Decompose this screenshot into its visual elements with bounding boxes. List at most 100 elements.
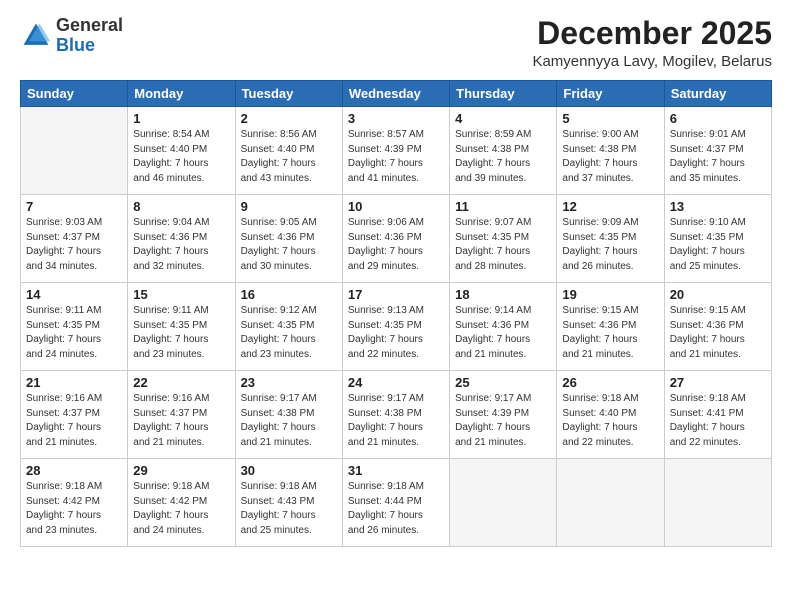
calendar-cell: 1Sunrise: 8:54 AMSunset: 4:40 PMDaylight… (128, 107, 235, 195)
day-info-line: Daylight: 7 hours (133, 334, 208, 345)
day-number: 1 (133, 111, 229, 126)
day-info-line: Daylight: 7 hours (26, 422, 101, 433)
day-number: 31 (348, 463, 444, 478)
day-info-line: and 25 minutes. (670, 261, 741, 272)
calendar-cell: 29 Sunrise: 9:18 AMSunset: 4:42 PMDayligh… (128, 459, 235, 547)
day-info: Sunrise: 9:15 AMSunset: 4:36 PMDaylight:… (670, 304, 766, 362)
day-info-line: Sunset: 4:36 PM (455, 320, 529, 331)
day-info-line: and 22 minutes. (670, 437, 741, 448)
day-number: 4 (455, 111, 551, 126)
day-info-line: Daylight: 7 hours (562, 334, 637, 345)
calendar-cell: 27Sunrise: 9:18 AMSunset: 4:41 PMDayligh… (664, 371, 771, 459)
day-info-line: Sunrise: 8:59 AM (455, 129, 531, 140)
day-info-line: Daylight: 7 hours (348, 334, 423, 345)
day-number: 10 (348, 199, 444, 214)
day-info-line: Sunset: 4:42 PM (133, 496, 207, 507)
day-number: 28 (26, 463, 122, 478)
day-info: Sunrise: 9:00 AMSunset: 4:38 PMDaylight:… (562, 128, 658, 186)
day-info: Sunrise: 9:06 AM Sunset: 4:36 PM Daylight:… (348, 216, 444, 274)
calendar-cell: 24 Sunrise: 9:17 AMSunset: 4:38 PMDayligh… (342, 371, 449, 459)
day-info-line: Sunrise: 9:15 AM (562, 305, 638, 316)
day-info-line: Sunset: 4:40 PM (133, 144, 207, 155)
day-number: 5 (562, 111, 658, 126)
day-info: Sunrise: 9:18 AMSunset: 4:42 PMDaylight:… (133, 480, 229, 538)
day-info-line: Daylight: 7 hours (348, 246, 423, 257)
calendar-cell: 28Sunrise: 9:18 AMSunset: 4:42 PMDayligh… (21, 459, 128, 547)
day-info: Sunrise: 9:04 AMSunset: 4:36 PMDaylight:… (133, 216, 229, 274)
day-number: 9 (241, 199, 337, 214)
day-info-line: Sunrise: 9:17 AM (348, 393, 424, 404)
day-info-line: Daylight: 7 hours (455, 334, 530, 345)
calendar-cell: 6Sunrise: 9:01 AMSunset: 4:37 PMDaylight… (664, 107, 771, 195)
day-info-line: and 26 minutes. (348, 525, 419, 536)
day-info: Sunrise: 9:18 AMSunset: 4:44 PMDaylight:… (348, 480, 444, 538)
day-info: Sunrise: 9:09 AMSunset: 4:35 PMDaylight:… (562, 216, 658, 274)
day-info-line: Sunset: 4:36 PM (562, 320, 636, 331)
day-info-line: Sunrise: 9:11 AM (133, 305, 208, 316)
day-info-line: Sunset: 4:38 PM (241, 408, 315, 419)
day-info-line: and 37 minutes. (562, 173, 633, 184)
day-info-line: and 24 minutes. (133, 525, 204, 536)
day-number: 21 (26, 375, 122, 390)
calendar-cell: 13Sunrise: 9:10 AMSunset: 4:35 PMDayligh… (664, 195, 771, 283)
col-tuesday: Tuesday (235, 81, 342, 107)
day-info-line: Sunset: 4:44 PM (348, 496, 422, 507)
day-info-line: Sunset: 4:39 PM (348, 144, 422, 155)
calendar-cell: 11Sunrise: 9:07 AMSunset: 4:35 PMDayligh… (450, 195, 557, 283)
day-info: Sunrise: 9:17 AMSunset: 4:38 PMDaylight:… (348, 392, 444, 450)
day-info-line: Daylight: 7 hours (26, 334, 101, 345)
calendar-cell: 2Sunrise: 8:56 AMSunset: 4:40 PMDaylight… (235, 107, 342, 195)
day-info: Sunrise: 9:17 AMSunset: 4:39 PMDaylight:… (455, 392, 551, 450)
calendar-cell: 19Sunrise: 9:15 AMSunset: 4:36 PMDayligh… (557, 283, 664, 371)
day-number: 26 (562, 375, 658, 390)
day-info-line: and 26 minutes. (562, 261, 633, 272)
day-info-line: and 30 minutes. (241, 261, 312, 272)
title-block: December 2025 Kamyennyya Lavy, Mogilev, … (532, 16, 772, 70)
day-number: 22 (133, 375, 229, 390)
day-info-line: and 22 minutes. (348, 349, 419, 360)
day-info-line: Sunrise: 9:18 AM (241, 481, 317, 492)
day-info-line: Sunset: 4:35 PM (241, 320, 315, 331)
calendar-cell (21, 107, 128, 195)
day-info-line: Sunrise: 9:10 AM (670, 217, 746, 228)
location-subtitle: Kamyennyya Lavy, Mogilev, Belarus (532, 53, 772, 70)
day-number: 24 (348, 375, 444, 390)
day-info-line: Daylight: 7 hours (348, 158, 423, 169)
day-number: 25 (455, 375, 551, 390)
day-info-line: Daylight: 7 hours (455, 422, 530, 433)
day-info-line: and 28 minutes. (455, 261, 526, 272)
day-number: 20 (670, 287, 766, 302)
day-info-line: Sunrise: 9:17 AM (455, 393, 531, 404)
day-info-line: Sunrise: 9:04 AM (133, 217, 209, 228)
day-info-line: and 23 minutes. (241, 349, 312, 360)
day-info: Sunrise: 9:14 AMSunset: 4:36 PMDaylight:… (455, 304, 551, 362)
day-info-line: Sunset: 4:35 PM (670, 232, 744, 243)
day-info-line: Sunset: 4:36 PM (348, 232, 422, 243)
week-row-3: 14Sunrise: 9:11 AMSunset: 4:35 PMDayligh… (21, 283, 772, 371)
day-number: 17 (348, 287, 444, 302)
day-info-line: Sunset: 4:38 PM (455, 144, 529, 155)
calendar-cell: 10 Sunrise: 9:06 AM Sunset: 4:36 PM Dayligh… (342, 195, 449, 283)
day-info-line: Sunrise: 8:54 AM (133, 129, 209, 140)
month-title: December 2025 (532, 16, 772, 51)
day-info-line: and 21 minutes. (241, 437, 312, 448)
day-number: 7 (26, 199, 122, 214)
calendar-cell: 8 Sunrise: 9:04 AMSunset: 4:36 PMDaylight… (128, 195, 235, 283)
day-number: 8 (133, 199, 229, 214)
calendar-cell (450, 459, 557, 547)
week-row-1: 1 Sunrise: 8:54 AM Sunset: 4:40 PM Daylight… (21, 107, 772, 195)
page: General Blue December 2025 Kamyennyya La… (0, 0, 792, 612)
day-info-line: Daylight: 7 hours (670, 246, 745, 257)
day-info-line: Sunset: 4:35 PM (26, 320, 100, 331)
calendar-cell: 30Sunrise: 9:18 AMSunset: 4:43 PMDayligh… (235, 459, 342, 547)
day-info-line: Sunrise: 9:11 AM (26, 305, 101, 316)
day-info-line: and 21 minutes. (133, 437, 204, 448)
calendar-cell: 14Sunrise: 9:11 AMSunset: 4:35 PMDayligh… (21, 283, 128, 371)
day-info-line: Sunset: 4:37 PM (26, 232, 100, 243)
day-info-line: and 21 minutes. (348, 437, 419, 448)
day-info-line: Sunrise: 9:06 AM (348, 217, 424, 228)
calendar-cell: 5 Sunrise: 9:00 AMSunset: 4:38 PMDaylight… (557, 107, 664, 195)
day-info-line: Daylight: 7 hours (133, 422, 208, 433)
day-info-line: Sunset: 4:38 PM (562, 144, 636, 155)
day-number: 29 (133, 463, 229, 478)
